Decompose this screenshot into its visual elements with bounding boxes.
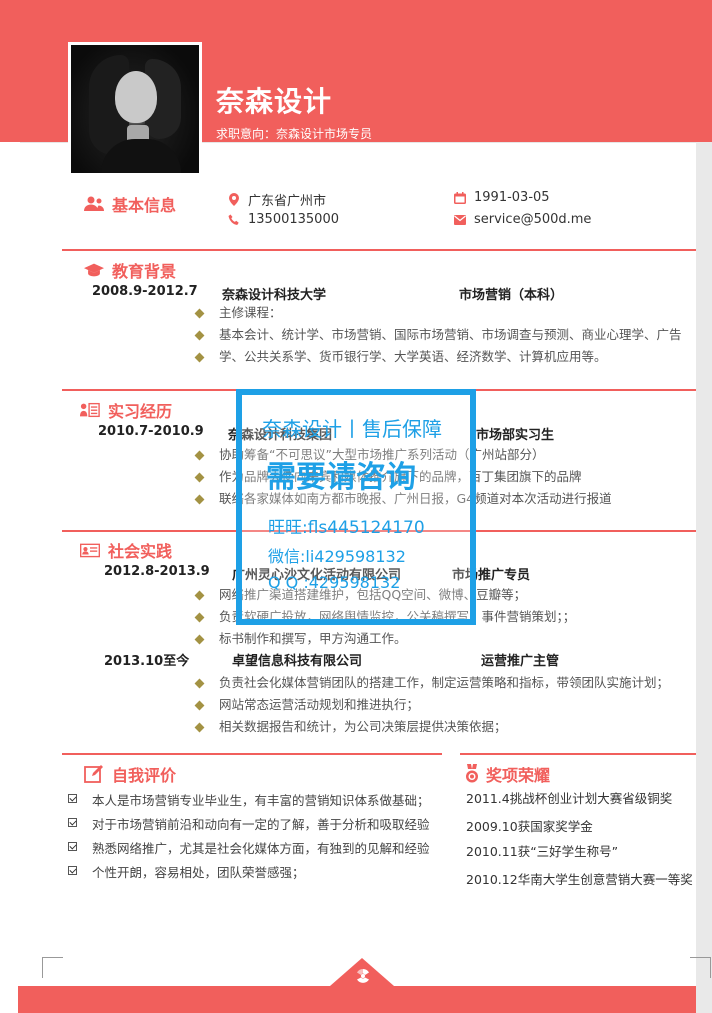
self-eval-item: 本人是市场营销专业毕业生，有丰富的营销知识体系做基础；: [92, 793, 430, 808]
bullet-diamond: [194, 330, 205, 341]
info-birth: 1991-03-05: [454, 190, 550, 205]
education-major: 市场营销（本科）: [459, 288, 564, 303]
corner-mark-right: [690, 957, 711, 978]
section-title-self-eval: 自我评价: [84, 762, 176, 786]
phone-text: 13500135000: [248, 212, 339, 227]
divider-awards: [460, 753, 696, 755]
user-group-icon: [84, 194, 104, 214]
internship-role: 市场部实习生: [476, 428, 555, 443]
award-item: 2011.4挑战杯创业计划大赛省级铜奖: [466, 791, 673, 806]
photo-face: [115, 71, 157, 123]
mail-icon: [454, 214, 466, 226]
birth-text: 1991-03-05: [474, 190, 550, 205]
user-list-icon: [80, 400, 100, 420]
section-title-education: 教育背景: [84, 258, 176, 282]
profile-photo-frame: [68, 42, 202, 176]
section-title-social: 社会实践: [80, 538, 172, 562]
section-title-awards: 奖项荣耀: [462, 762, 550, 786]
watermark-line: 需要请咨询: [266, 460, 416, 495]
checkbox-icon: [68, 866, 77, 875]
watermark-line: 旺旺:fls445124170: [268, 518, 425, 538]
bullet-diamond: [194, 450, 205, 461]
section-label: 基本信息: [112, 196, 177, 215]
section-label: 社会实践: [108, 542, 173, 561]
job-role: 运营推广主管: [481, 654, 560, 669]
education-period: 2008.9-2012.7: [92, 284, 198, 299]
watermark-line: 微信:li429598132: [268, 547, 406, 566]
watermark-line: Q Q :429598132: [268, 573, 401, 592]
education-bullet: 基本会计、统计学、市场营销、国际市场营销、市场调查与预测、商业心理学、广告: [219, 327, 682, 342]
education-bullet: 主修课程：: [219, 305, 282, 320]
award-item: 2009.10获国家奖学金: [466, 819, 593, 834]
email-text: service@500d.me: [474, 212, 592, 227]
award-item: 2010.11获“三好学生称号”: [466, 844, 619, 859]
id-card-icon: [80, 540, 100, 560]
divider-education: [62, 249, 696, 251]
section-label: 奖项荣耀: [486, 766, 551, 785]
medal-icon: [462, 764, 482, 784]
self-eval-item: 熟悉网络推广，尤其是社会化媒体方面，有独到的见解和经验: [92, 841, 430, 856]
section-label: 教育背景: [112, 262, 177, 281]
footer-band: [18, 986, 696, 1013]
job-period: 2012.8-2013.9: [104, 564, 210, 579]
education-school: 奈森设计科技大学: [222, 288, 327, 303]
location-text: 广东省广州市: [248, 194, 327, 209]
divider-self-eval: [62, 753, 442, 755]
job-company: 卓望信息科技有限公司: [232, 654, 363, 669]
self-eval-item: 对于市场营销前沿和动向有一定的了解，善于分析和吸取经验: [92, 817, 430, 832]
bullet-diamond: [194, 612, 205, 623]
job-bullet: 相关数据报告和统计，为公司决策层提供决策依据；: [219, 719, 507, 734]
award-item: 2010.12华南大学生创意营销大赛一等奖: [466, 872, 693, 887]
location-pin-icon: [228, 193, 240, 206]
profile-photo: [71, 45, 199, 173]
info-location: 广东省广州市: [228, 190, 326, 209]
self-eval-item: 个性开朗，容易相处，团队荣誉感强；: [92, 865, 305, 880]
internship-period: 2010.7-2010.9: [98, 424, 204, 439]
watermark-line: 奈森设计丨售后保障: [262, 417, 442, 441]
checkbox-icon: [68, 818, 77, 827]
bullet-diamond: [194, 494, 205, 505]
checkbox-icon: [68, 842, 77, 851]
bullet-diamond: [194, 722, 205, 733]
graduation-cap-icon: [84, 260, 104, 280]
edit-pencil-icon: [84, 764, 104, 784]
bullet-diamond: [194, 634, 205, 645]
phone-icon: [228, 214, 240, 226]
corner-mark-left: [42, 957, 63, 978]
job-bullet: 负责社会化媒体营销团队的搭建工作，制定运营策略和指标，带领团队实施计划；: [219, 675, 670, 690]
section-title-basic-info: 基本信息: [84, 192, 176, 216]
bullet-diamond: [194, 472, 205, 483]
job-bullet: 网站常态运营活动规划和推进执行；: [219, 697, 420, 712]
resume-page: 奈森设计 求职意向：奈森设计市场专员 基本信息 广东省广州市 1991-03-0…: [0, 0, 712, 1013]
section-title-internship: 实习经历: [80, 398, 172, 422]
page-margin-right: [696, 0, 712, 1013]
education-bullet: 学、公共关系学、货币银行学、大学英语、经济数学、计算机应用等。: [219, 349, 607, 364]
bullet-diamond: [194, 308, 205, 319]
checkbox-icon: [68, 794, 77, 803]
calendar-icon: [454, 191, 466, 204]
bullet-diamond: [194, 700, 205, 711]
job-bullet: 标书制作和撰写，甲方沟通工作。: [219, 631, 407, 646]
candidate-name: 奈森设计: [216, 85, 333, 118]
job-period: 2013.10至今: [104, 654, 190, 669]
bullet-diamond: [194, 678, 205, 689]
bullet-diamond: [194, 590, 205, 601]
info-email: service@500d.me: [454, 212, 591, 227]
bullet-diamond: [194, 352, 205, 363]
section-label: 实习经历: [108, 402, 173, 421]
info-phone: 13500135000: [228, 212, 339, 227]
job-intent: 求职意向：奈森设计市场专员: [216, 127, 373, 141]
section-label: 自我评价: [112, 766, 177, 785]
footer-logo-icon: [355, 968, 371, 988]
